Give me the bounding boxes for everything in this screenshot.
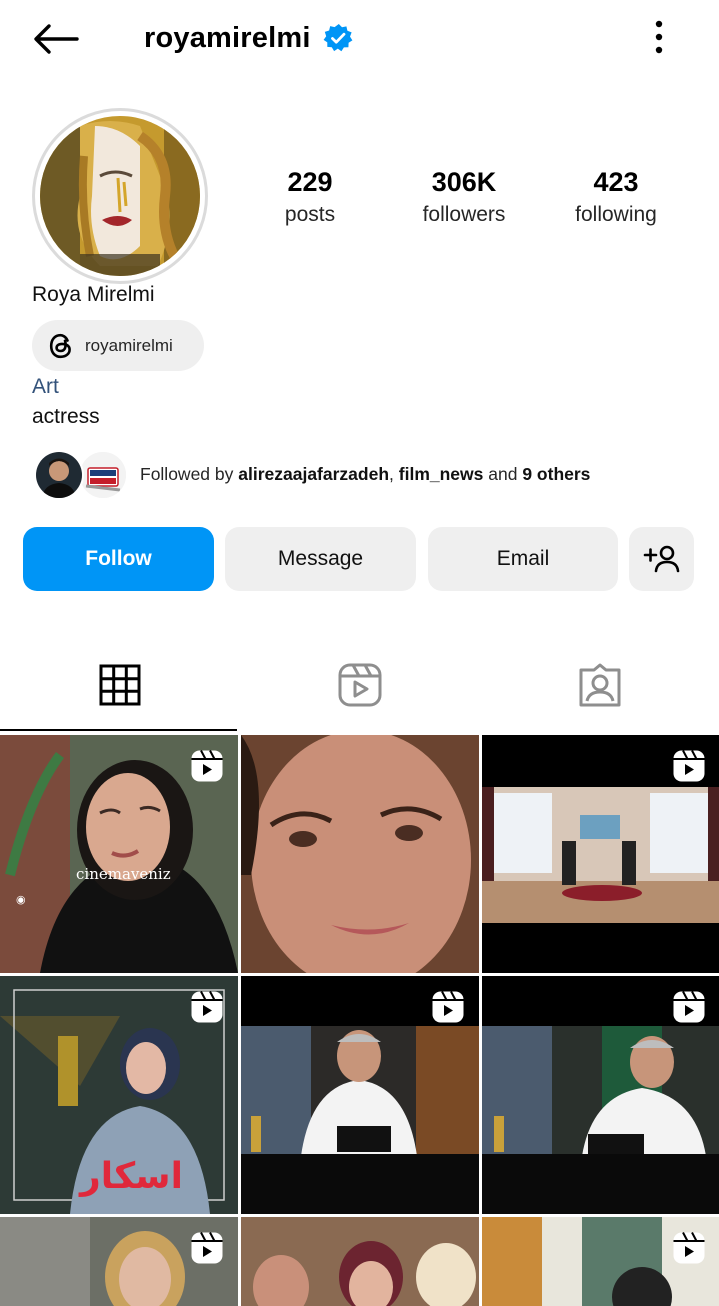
add-person-icon [643,545,679,573]
post-tile[interactable] [482,1217,719,1306]
followed-by-prefix: Followed by [140,464,239,484]
post-tile[interactable]: اسکار [0,976,238,1214]
follower-avatar-2 [78,450,128,500]
posts-count: 229 [287,167,333,197]
followers-label: followers [422,203,506,226]
post-tile[interactable] [241,735,479,973]
post-tile[interactable] [482,735,719,973]
mutual-followers-others: 9 others [522,464,591,484]
follower-avatar-1 [34,450,84,500]
svg-text:اسکار: اسکار [78,1156,183,1197]
profile-bio: actress [32,405,100,428]
following-count: 423 [593,167,639,197]
followers-count: 306K [431,167,497,197]
grid-icon [99,664,140,706]
suggested-users-button[interactable] [629,527,694,591]
follow-button[interactable]: Follow [23,527,214,591]
post-tile[interactable] [0,1217,238,1306]
followers-stat[interactable]: 306K followers [408,164,520,230]
reel-indicator-icon [432,991,464,1023]
username-text: royamirelmi [144,21,311,54]
post-tile[interactable] [482,976,719,1214]
reel-indicator-icon [673,750,705,782]
svg-text:◉: ◉ [16,893,26,906]
mutual-follower-1: alirezaajafarzadeh [238,464,390,484]
threads-icon [46,331,76,361]
reel-indicator-icon [191,991,223,1023]
more-options-button[interactable] [645,16,673,58]
reels-icon [338,663,381,707]
avatar[interactable] [32,108,208,284]
post-tile[interactable] [241,1217,479,1306]
following-label: following [575,203,657,226]
reel-indicator-icon [191,750,223,782]
tab-posts-grid[interactable] [0,640,239,730]
followed-by-row[interactable]: Followed by alirezaajafarzadeh, film_new… [34,448,694,502]
following-stat[interactable]: 423 following [562,164,670,230]
profile-username: royamirelmi [144,18,353,58]
profile-category: Art [32,375,59,398]
top-bar: royamirelmi [0,0,719,78]
followed-by-sep: , [389,464,399,484]
more-vertical-icon [655,20,663,54]
avatar-image [40,116,200,276]
posts-label: posts [284,203,336,226]
mutual-follower-2: film_news [398,464,484,484]
tab-reels[interactable] [240,640,479,730]
post-tile[interactable]: ◉ cinemaveniz [0,735,238,973]
profile-full-name: Roya Mirelmi [32,283,155,306]
threads-handle: royamirelmi [85,335,173,355]
arrow-left-icon [34,24,79,54]
email-button[interactable]: Email [428,527,618,591]
reel-indicator-icon [191,1232,223,1264]
message-button[interactable]: Message [225,527,416,591]
followed-by-and: and [483,464,523,484]
reel-indicator-icon [673,1232,705,1264]
threads-link-chip[interactable]: royamirelmi [32,320,204,371]
posts-stat: 229 posts [264,164,356,230]
back-button[interactable] [28,18,82,60]
tagged-icon [579,663,620,707]
post-caption: cinemaveniz [76,865,171,883]
active-tab-indicator [0,729,237,731]
followed-by-text: Followed by alirezaajafarzadeh, film_new… [140,464,590,485]
verified-badge-icon [323,23,353,53]
tab-tagged[interactable] [480,640,719,730]
post-tile[interactable] [241,976,479,1214]
reel-indicator-icon [673,991,705,1023]
profile-tabs [0,640,719,733]
